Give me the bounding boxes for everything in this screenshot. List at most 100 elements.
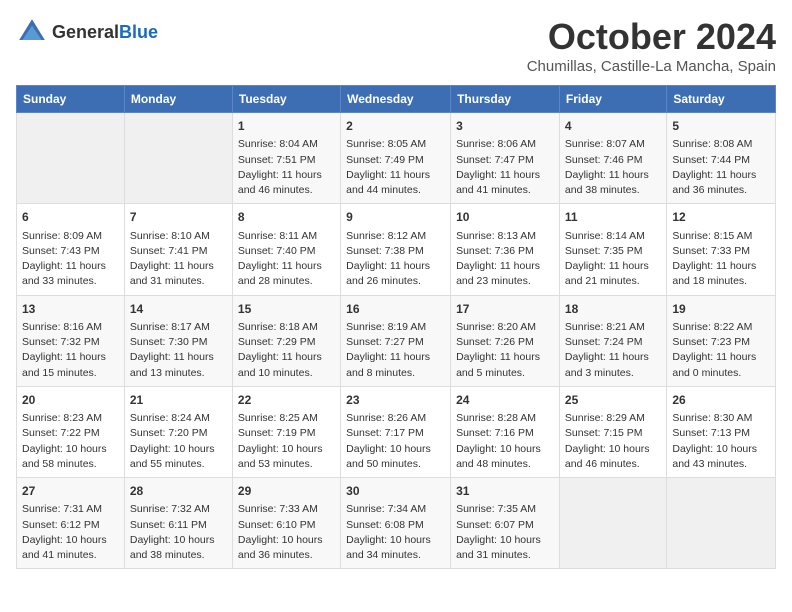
day-number: 10 — [456, 209, 554, 226]
calendar-cell: 14 Sunrise: 8:17 AM Sunset: 7:30 PM Dayli… — [124, 295, 232, 386]
day-info: Sunrise: 8:18 AM Sunset: 7:29 PM Dayligh… — [238, 321, 322, 379]
day-info: Sunrise: 8:26 AM Sunset: 7:17 PM Dayligh… — [346, 412, 431, 470]
weekday-header-saturday: Saturday — [667, 86, 776, 113]
day-number: 22 — [238, 392, 335, 409]
calendar-cell: 9Sunrise: 8:12 AM Sunset: 7:38 PM Daylig… — [341, 204, 451, 295]
weekday-header-sunday: Sunday — [17, 86, 125, 113]
calendar-week-row: 1 Sunrise: 8:04 AM Sunset: 7:51 PM Daylig… — [17, 113, 776, 204]
calendar-cell: 3 Sunrise: 8:06 AM Sunset: 7:47 PM Daylig… — [451, 113, 560, 204]
day-info: Sunrise: 8:29 AM Sunset: 7:15 PM Dayligh… — [565, 412, 650, 470]
day-info: Sunrise: 8:19 AM Sunset: 7:27 PM Dayligh… — [346, 321, 430, 379]
calendar-cell: 29Sunrise: 7:33 AM Sunset: 6:10 PM Dayli… — [232, 478, 340, 569]
calendar-cell — [124, 113, 232, 204]
weekday-header-thursday: Thursday — [451, 86, 560, 113]
calendar-cell: 19Sunrise: 8:22 AM Sunset: 7:23 PM Dayli… — [667, 295, 776, 386]
day-info: Sunrise: 8:30 AM Sunset: 7:13 PM Dayligh… — [672, 412, 757, 470]
logo: GeneralBlue — [16, 16, 158, 48]
calendar-cell: 12 Sunrise: 8:15 AM Sunset: 7:33 PM Dayli… — [667, 204, 776, 295]
calendar-cell: 17Sunrise: 8:20 AM Sunset: 7:26 PM Dayli… — [451, 295, 560, 386]
calendar-cell: 15 Sunrise: 8:18 AM Sunset: 7:29 PM Dayli… — [232, 295, 340, 386]
day-number: 12 — [672, 209, 770, 226]
day-info: Sunrise: 8:09 AM Sunset: 7:43 PM Dayligh… — [22, 230, 106, 288]
calendar-cell: 23 Sunrise: 8:26 AM Sunset: 7:17 PM Dayli… — [341, 386, 451, 477]
day-info: Sunrise: 8:10 AM Sunset: 7:41 PM Dayligh… — [130, 230, 214, 288]
day-info: Sunrise: 8:13 AM Sunset: 7:36 PM Dayligh… — [456, 230, 540, 288]
day-info: Sunrise: 8:17 AM Sunset: 7:30 PM Dayligh… — [130, 321, 214, 379]
day-number: 21 — [130, 392, 227, 409]
day-number: 23 — [346, 392, 445, 409]
day-info: Sunrise: 8:24 AM Sunset: 7:20 PM Dayligh… — [130, 412, 215, 470]
day-info: Sunrise: 8:12 AM Sunset: 7:38 PM Dayligh… — [346, 230, 430, 288]
day-info: Sunrise: 7:35 AM Sunset: 6:07 PM Dayligh… — [456, 503, 541, 561]
day-number: 14 — [130, 301, 227, 318]
day-info: Sunrise: 8:07 AM Sunset: 7:46 PM Dayligh… — [565, 138, 649, 196]
calendar-cell: 13Sunrise: 8:16 AM Sunset: 7:32 PM Dayli… — [17, 295, 125, 386]
day-info: Sunrise: 8:15 AM Sunset: 7:33 PM Dayligh… — [672, 230, 756, 288]
day-number: 1 — [238, 118, 335, 135]
day-info: Sunrise: 7:33 AM Sunset: 6:10 PM Dayligh… — [238, 503, 323, 561]
logo-icon — [16, 16, 48, 48]
day-number: 13 — [22, 301, 119, 318]
calendar-cell — [559, 478, 666, 569]
day-number: 31 — [456, 483, 554, 500]
day-info: Sunrise: 8:04 AM Sunset: 7:51 PM Dayligh… — [238, 138, 322, 196]
calendar-cell: 22 Sunrise: 8:25 AM Sunset: 7:19 PM Dayli… — [232, 386, 340, 477]
day-info: Sunrise: 8:05 AM Sunset: 7:49 PM Dayligh… — [346, 138, 430, 196]
calendar-cell: 27Sunrise: 7:31 AM Sunset: 6:12 PM Dayli… — [17, 478, 125, 569]
calendar-week-row: 6 Sunrise: 8:09 AM Sunset: 7:43 PM Daylig… — [17, 204, 776, 295]
weekday-header-row: SundayMondayTuesdayWednesdayThursdayFrid… — [17, 86, 776, 113]
weekday-header-tuesday: Tuesday — [232, 86, 340, 113]
day-number: 8 — [238, 209, 335, 226]
calendar-cell: 7 Sunrise: 8:10 AM Sunset: 7:41 PM Daylig… — [124, 204, 232, 295]
calendar-cell: 25 Sunrise: 8:29 AM Sunset: 7:15 PM Dayli… — [559, 386, 666, 477]
calendar-cell — [667, 478, 776, 569]
calendar-cell: 4 Sunrise: 8:07 AM Sunset: 7:46 PM Daylig… — [559, 113, 666, 204]
day-number: 6 — [22, 209, 119, 226]
weekday-header-wednesday: Wednesday — [341, 86, 451, 113]
day-info: Sunrise: 8:28 AM Sunset: 7:16 PM Dayligh… — [456, 412, 541, 470]
day-info: Sunrise: 7:34 AM Sunset: 6:08 PM Dayligh… — [346, 503, 431, 561]
calendar-week-row: 20 Sunrise: 8:23 AM Sunset: 7:22 PM Dayli… — [17, 386, 776, 477]
day-number: 2 — [346, 118, 445, 135]
day-number: 24 — [456, 392, 554, 409]
calendar-header: SundayMondayTuesdayWednesdayThursdayFrid… — [17, 86, 776, 113]
day-number: 20 — [22, 392, 119, 409]
calendar-week-row: 13Sunrise: 8:16 AM Sunset: 7:32 PM Dayli… — [17, 295, 776, 386]
day-info: Sunrise: 8:06 AM Sunset: 7:47 PM Dayligh… — [456, 138, 540, 196]
calendar-week-row: 27Sunrise: 7:31 AM Sunset: 6:12 PM Dayli… — [17, 478, 776, 569]
day-info: Sunrise: 8:25 AM Sunset: 7:19 PM Dayligh… — [238, 412, 323, 470]
day-number: 26 — [672, 392, 770, 409]
calendar-cell: 18Sunrise: 8:21 AM Sunset: 7:24 PM Dayli… — [559, 295, 666, 386]
location-title: Chumillas, Castille-La Mancha, Spain — [527, 58, 776, 75]
day-number: 15 — [238, 301, 335, 318]
calendar-cell: 21 Sunrise: 8:24 AM Sunset: 7:20 PM Dayli… — [124, 386, 232, 477]
calendar-cell: 28 Sunrise: 7:32 AM Sunset: 6:11 PM Dayli… — [124, 478, 232, 569]
day-info: Sunrise: 8:20 AM Sunset: 7:26 PM Dayligh… — [456, 321, 540, 379]
calendar-table: SundayMondayTuesdayWednesdayThursdayFrid… — [16, 85, 776, 569]
day-number: 28 — [130, 483, 227, 500]
day-number: 3 — [456, 118, 554, 135]
day-info: Sunrise: 8:14 AM Sunset: 7:35 PM Dayligh… — [565, 230, 649, 288]
page-header: GeneralBlue October 2024 Chumillas, Cast… — [16, 16, 776, 75]
calendar-cell: 31 Sunrise: 7:35 AM Sunset: 6:07 PM Dayli… — [451, 478, 560, 569]
calendar-cell: 16Sunrise: 8:19 AM Sunset: 7:27 PM Dayli… — [341, 295, 451, 386]
calendar-body: 1 Sunrise: 8:04 AM Sunset: 7:51 PM Daylig… — [17, 113, 776, 569]
calendar-cell: 30 Sunrise: 7:34 AM Sunset: 6:08 PM Dayli… — [341, 478, 451, 569]
calendar-cell: 8 Sunrise: 8:11 AM Sunset: 7:40 PM Daylig… — [232, 204, 340, 295]
logo-general: General — [52, 22, 119, 42]
day-info: Sunrise: 7:32 AM Sunset: 6:11 PM Dayligh… — [130, 503, 215, 561]
day-number: 4 — [565, 118, 661, 135]
calendar-cell: 20 Sunrise: 8:23 AM Sunset: 7:22 PM Dayli… — [17, 386, 125, 477]
calendar-cell — [17, 113, 125, 204]
day-number: 19 — [672, 301, 770, 318]
calendar-cell: 1 Sunrise: 8:04 AM Sunset: 7:51 PM Daylig… — [232, 113, 340, 204]
day-info: Sunrise: 8:08 AM Sunset: 7:44 PM Dayligh… — [672, 138, 756, 196]
day-number: 5 — [672, 118, 770, 135]
day-number: 18 — [565, 301, 661, 318]
day-number: 7 — [130, 209, 227, 226]
day-number: 27 — [22, 483, 119, 500]
day-number: 25 — [565, 392, 661, 409]
day-info: Sunrise: 8:23 AM Sunset: 7:22 PM Dayligh… — [22, 412, 107, 470]
day-info: Sunrise: 8:11 AM Sunset: 7:40 PM Dayligh… — [238, 230, 322, 288]
day-number: 30 — [346, 483, 445, 500]
